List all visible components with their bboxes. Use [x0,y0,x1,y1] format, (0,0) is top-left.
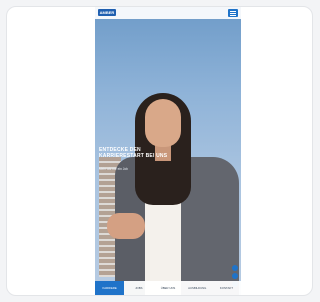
side-action-button[interactable] [232,265,238,271]
preview-card: AMBER ENTDECKE DEN KARRIERESTART BEI UNS… [6,6,313,296]
mobile-screenshot: AMBER ENTDECKE DEN KARRIERESTART BEI UNS… [95,7,241,295]
person-face [145,99,181,147]
nav-item-ausbildung[interactable]: AUSBILDUNG [183,281,212,295]
side-action-button[interactable] [232,273,238,279]
nav-item-ueber-uns[interactable]: ÜBER UNS [153,281,182,295]
brand-logo[interactable]: AMBER [98,9,116,16]
hero-subline: Mehr als nur ein Job [99,167,128,171]
top-bar: AMBER [95,7,241,19]
nav-item-kontakt[interactable]: KONTAKT [212,281,241,295]
bottom-navigation: KARRIERE JOBS ÜBER UNS AUSBILDUNG KONTAK… [95,281,241,295]
nav-item-jobs[interactable]: JOBS [124,281,153,295]
menu-icon[interactable] [228,9,238,17]
nav-item-karriere[interactable]: KARRIERE [95,281,125,295]
person-hands [107,213,145,239]
hero-headline: ENTDECKE DEN KARRIERESTART BEI UNS [99,147,168,159]
